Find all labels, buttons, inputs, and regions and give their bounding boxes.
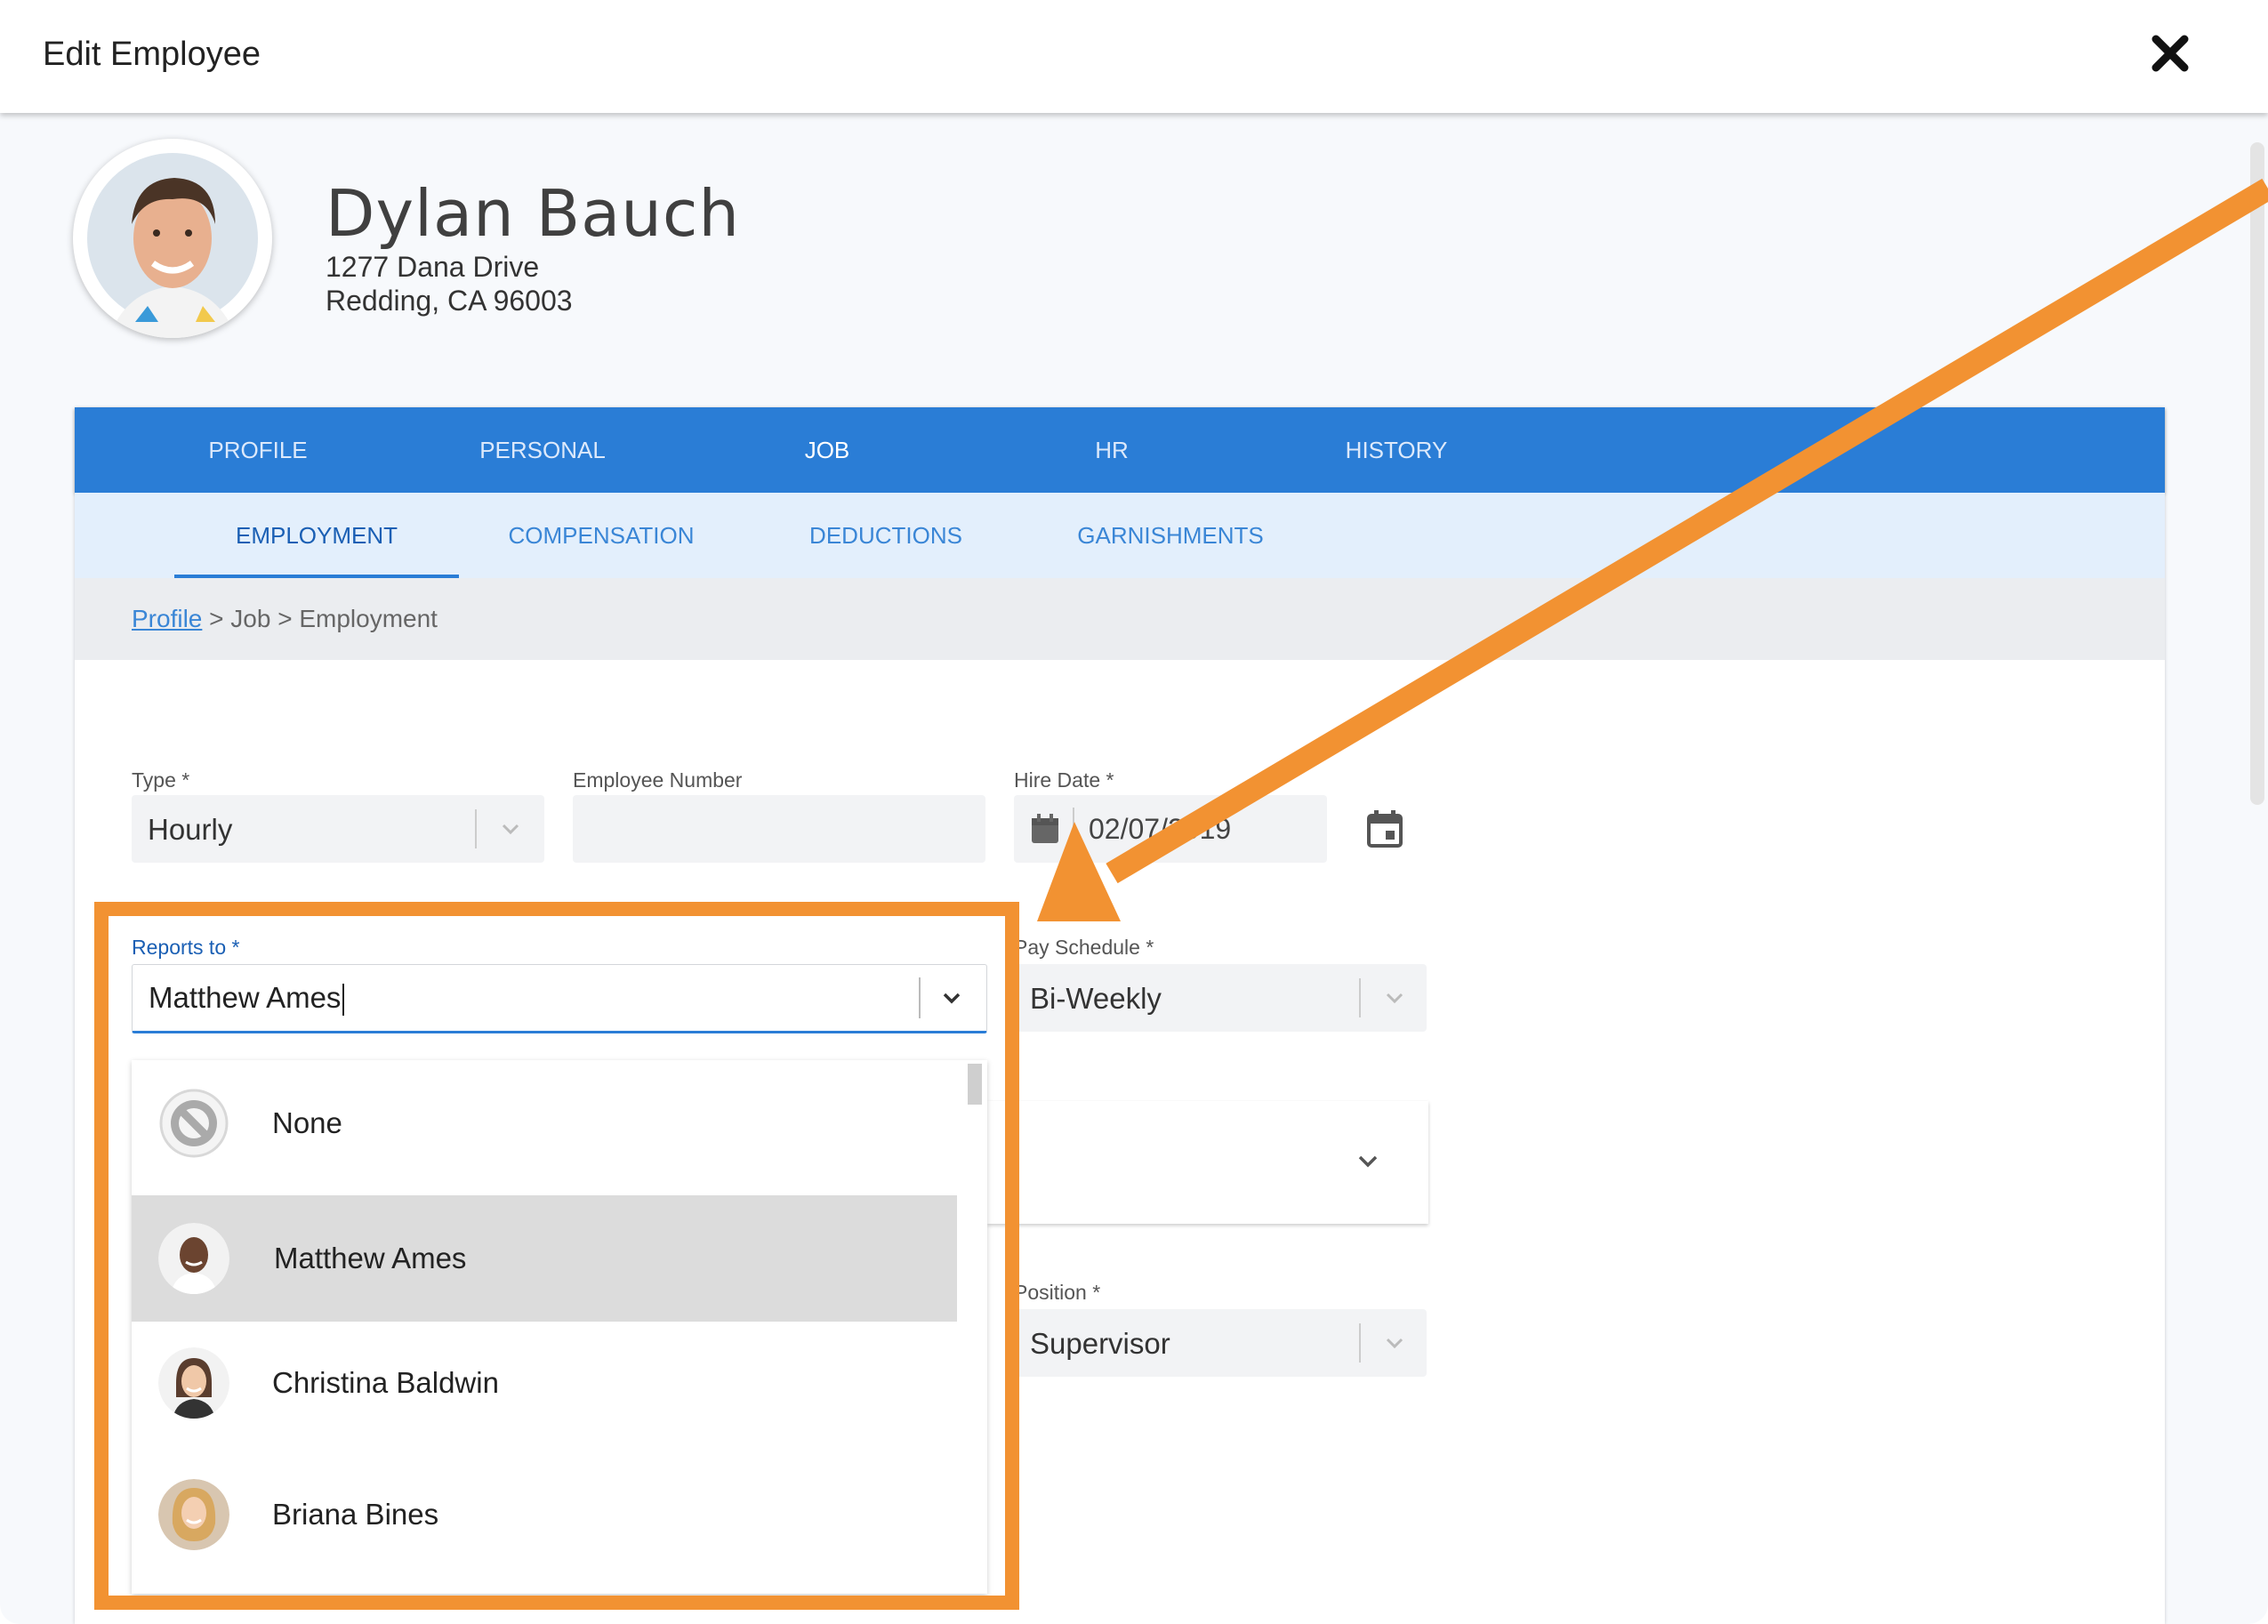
date-picker-icon[interactable]: [1366, 809, 1403, 848]
option-label: Christina Baldwin: [272, 1366, 499, 1399]
reports-to-input[interactable]: Matthew Ames: [132, 964, 987, 1033]
hire-date-input[interactable]: 02/07/2019: [1014, 795, 1327, 863]
calendar-icon: [1032, 814, 1058, 843]
breadcrumb-rest: > Job > Employment: [202, 605, 438, 632]
tab-personal[interactable]: PERSONAL: [409, 407, 676, 493]
chevron-down-icon: [1386, 1338, 1403, 1349]
type-select[interactable]: Hourly: [132, 795, 544, 863]
position-value: Supervisor: [1030, 1327, 1170, 1360]
reports-to-dropdown: None Matthew Ames Christina Baldwin Bria…: [132, 1060, 987, 1594]
avatar: [158, 1223, 229, 1294]
list-item[interactable]: Matthew Ames: [132, 1195, 957, 1322]
pay-schedule-label: Pay Schedule *: [1014, 936, 1154, 959]
avatar: [158, 1347, 229, 1419]
modal-title: Edit Employee: [43, 36, 261, 73]
breadcrumb: Profile > Job > Employment: [132, 605, 438, 633]
close-icon[interactable]: [2143, 27, 2197, 80]
chevron-down-icon: [1386, 993, 1403, 1004]
close-button[interactable]: [2143, 27, 2197, 80]
breadcrumb-link-profile[interactable]: Profile: [132, 605, 202, 632]
option-label: Matthew Ames: [274, 1242, 467, 1274]
employee-name: Dylan Bauch: [326, 176, 741, 251]
list-item[interactable]: None: [132, 1060, 957, 1186]
avatar: [158, 1479, 229, 1550]
none-icon: [158, 1088, 229, 1159]
list-item[interactable]: Briana Bines: [132, 1451, 957, 1578]
subtab-garnishments[interactable]: GARNISHMENTS: [1028, 493, 1313, 578]
collapsed-section[interactable]: [987, 1101, 1428, 1224]
chevron-down-icon[interactable]: [937, 983, 967, 1013]
employee-address-line2: Redding, CA 96003: [326, 285, 573, 317]
employee-number-label: Employee Number: [573, 768, 743, 792]
subtab-compensation[interactable]: COMPENSATION: [459, 493, 744, 578]
page-scrollbar[interactable]: [2250, 142, 2264, 805]
tab-job[interactable]: JOB: [694, 407, 961, 493]
hire-date-value: 02/07/2019: [1089, 813, 1232, 845]
tab-hr[interactable]: HR: [978, 407, 1245, 493]
pay-schedule-select[interactable]: Bi-Weekly: [1014, 964, 1427, 1032]
dropdown-scrollbar[interactable]: [968, 1064, 982, 1105]
employee-address-line1: 1277 Dana Drive: [326, 251, 540, 283]
type-label: Type *: [132, 768, 190, 792]
position-label: Position *: [1014, 1281, 1101, 1304]
pay-schedule-value: Bi-Weekly: [1030, 982, 1162, 1015]
chevron-down-icon[interactable]: [1352, 1146, 1384, 1178]
main-tabs: PROFILE PERSONAL JOB HR HISTORY: [75, 407, 2165, 493]
position-select[interactable]: Supervisor: [1014, 1309, 1427, 1377]
tab-profile[interactable]: PROFILE: [125, 407, 391, 493]
tab-history[interactable]: HISTORY: [1263, 407, 1530, 493]
employee-avatar: [73, 139, 272, 338]
reports-to-label: Reports to *: [132, 936, 240, 959]
reports-to-value: Matthew Ames: [149, 981, 345, 1017]
employee-number-input[interactable]: [573, 795, 985, 863]
sub-tabs: EMPLOYMENT COMPENSATION DEDUCTIONS GARNI…: [75, 493, 2165, 578]
chevron-down-icon: [502, 824, 519, 835]
modal-header: Edit Employee: [0, 0, 2268, 113]
hire-date-label: Hire Date *: [1014, 768, 1114, 792]
option-label: None: [272, 1106, 342, 1139]
breadcrumb-bar: Profile > Job > Employment: [75, 578, 2165, 660]
subtab-deductions[interactable]: DEDUCTIONS: [744, 493, 1028, 578]
option-label: Briana Bines: [272, 1498, 439, 1531]
subtab-employment[interactable]: EMPLOYMENT: [174, 493, 459, 578]
list-item[interactable]: Christina Baldwin: [132, 1320, 957, 1446]
type-value: Hourly: [148, 813, 233, 846]
